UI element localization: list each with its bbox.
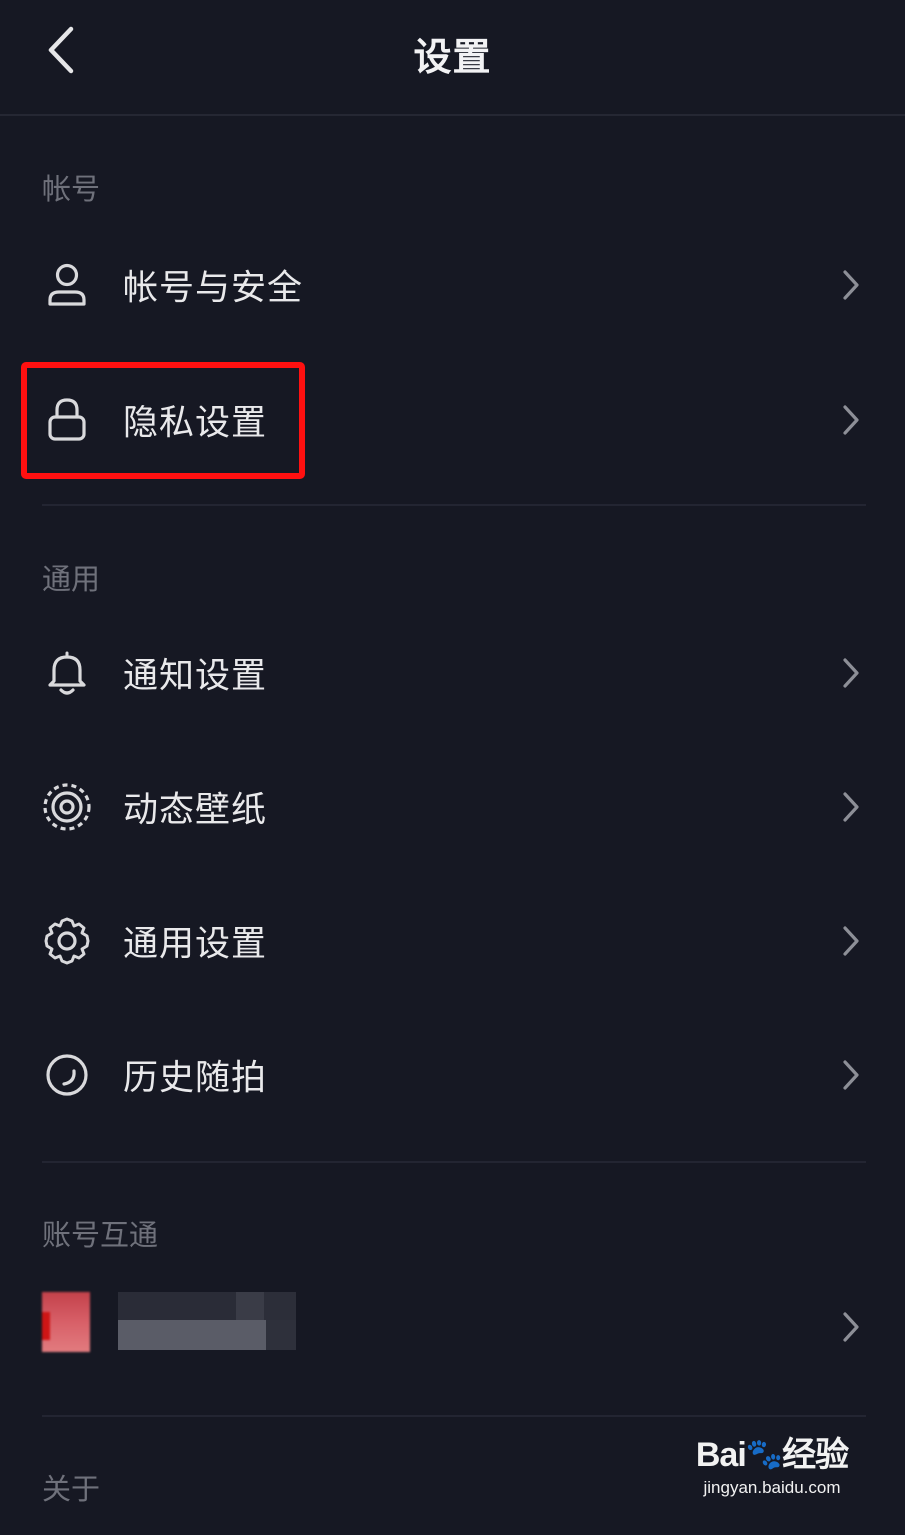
chevron-right-icon [836,787,866,827]
chevron-right-icon [836,653,866,693]
chevron-right-icon [836,1307,866,1347]
section-label-linked-accounts: 账号互通 [42,1218,159,1252]
blurred-avatar [42,1292,90,1352]
settings-item-history[interactable]: 历史随拍 [0,1020,905,1130]
settings-item-label: 历史随拍 [123,1058,268,1099]
section-divider [42,1415,866,1417]
settings-item-label: 通用设置 [123,924,268,965]
section-divider [42,1161,866,1163]
chevron-right-icon [836,921,866,961]
settings-item-notifications[interactable]: 通知设置 [0,618,905,728]
section-divider [42,504,866,506]
settings-item-label: 动态壁纸 [123,790,268,831]
section-label-about: 关于 [42,1472,101,1506]
user-icon [40,258,94,312]
chevron-right-icon [836,400,866,440]
top-bar: 设置 [0,0,905,116]
section-label-general: 通用 [42,562,101,596]
settings-item-general[interactable]: 通用设置 [0,886,905,996]
privacy-highlight-box [21,362,305,479]
page-title: 设置 [413,35,492,79]
watermark-url: jingyan.baidu.com [703,1478,841,1497]
settings-item-label: 帐号与安全 [123,268,304,309]
settings-item-account-security[interactable]: 帐号与安全 [0,230,905,340]
section-label-account: 帐号 [42,172,101,206]
baidu-jingyan-watermark: Bai🐾经验 jingyan.baidu.com [687,1433,857,1513]
settings-item-live-wallpaper[interactable]: 动态壁纸 [0,752,905,862]
history-icon [40,1048,94,1102]
watermark-logo: Bai🐾经验 [687,1433,857,1477]
bell-icon [40,646,94,700]
settings-item-label: 通知设置 [123,656,268,697]
live-wallpaper-icon [40,780,94,834]
chevron-right-icon [836,1055,866,1095]
gear-icon [40,914,94,968]
chevron-right-icon [836,265,866,305]
blurred-account-name [118,1292,296,1350]
paw-icon: 🐾 [745,1438,783,1471]
